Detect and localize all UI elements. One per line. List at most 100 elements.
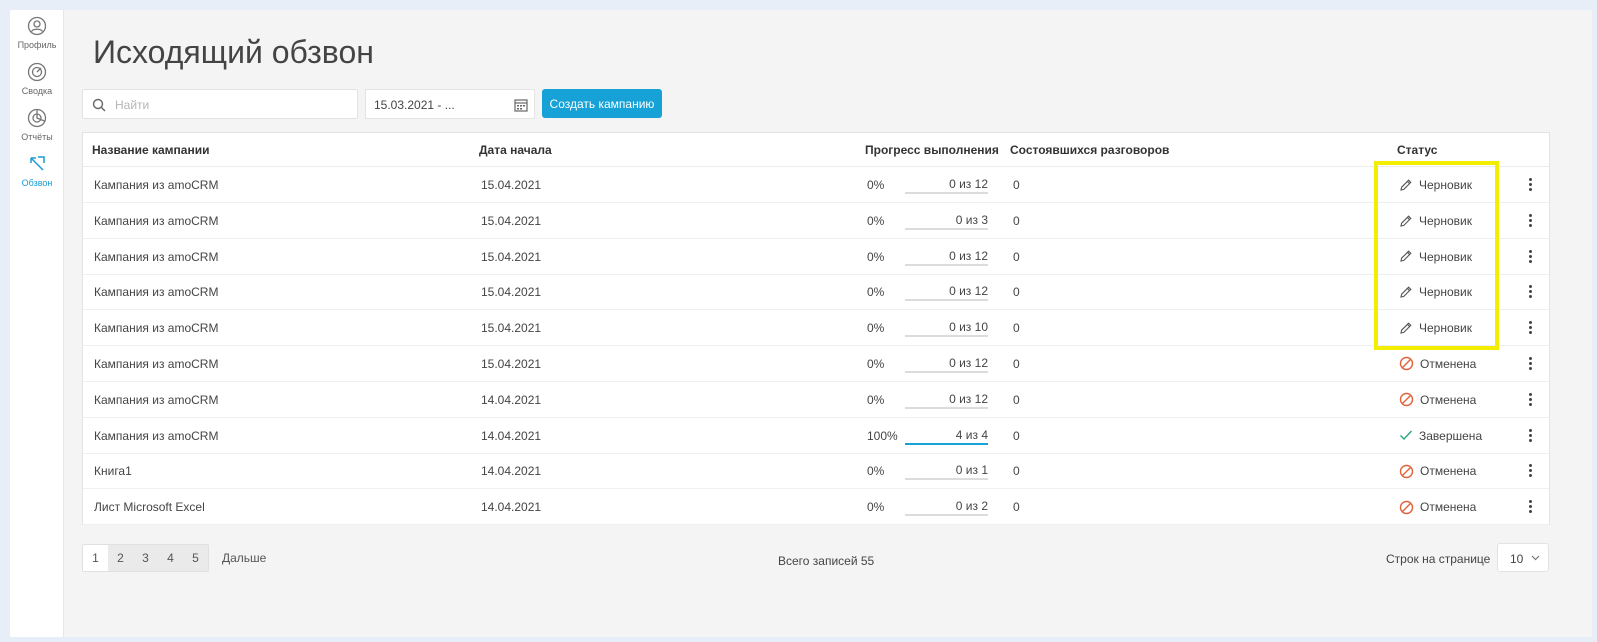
progress-percent: 0%: [867, 357, 885, 371]
column-header-talks[interactable]: Состоявшихся разговоров: [1010, 143, 1169, 157]
pencil-icon: [1400, 322, 1412, 334]
table-row[interactable]: Кампания из amoCRM 14.04.2021 0% 0 из 12 0 От…: [83, 382, 1549, 418]
table-row[interactable]: Кампания из amoCRM 15.04.2021 0% 0 из 12 0 Че…: [83, 239, 1549, 275]
pencil-icon: [1400, 179, 1412, 191]
progress-percent: 0%: [867, 285, 885, 300]
row-menu-icon[interactable]: [1523, 355, 1537, 373]
campaign-name[interactable]: Кампания из amoCRM: [94, 214, 218, 228]
column-header-progress[interactable]: Прогресс выполнения: [865, 143, 999, 157]
date-range-value: 15.03.2021 - ...: [374, 98, 455, 112]
row-menu-icon[interactable]: [1523, 248, 1537, 266]
search-icon: [92, 98, 106, 112]
table-row[interactable]: Кампания из amoCRM 15.04.2021 0% 0 из 12 0 Че…: [83, 167, 1549, 203]
progress-count: 4 из 4: [955, 427, 988, 442]
column-header-date[interactable]: Дата начала: [479, 143, 552, 157]
column-header-status[interactable]: Статус: [1397, 143, 1437, 157]
progress-bar: 0 из 3: [905, 213, 988, 230]
table-row[interactable]: Книга1 14.04.2021 0% 0 из 1 0 Отменена: [83, 453, 1549, 490]
page-button-2[interactable]: 2: [108, 545, 133, 571]
sidebar-item-dashboard[interactable]: Сводка: [10, 62, 64, 96]
table-row[interactable]: Кампания из amoCRM 15.04.2021 0% 0 из 10 0 Че…: [83, 310, 1549, 347]
status-badge: Отменена: [1399, 356, 1476, 371]
column-header-name[interactable]: Название кампании: [92, 143, 209, 157]
sidebar-item-profile[interactable]: Профиль: [10, 16, 64, 50]
page-button-5[interactable]: 5: [183, 545, 208, 571]
row-menu-icon[interactable]: [1523, 212, 1537, 230]
talks-count: 0: [1013, 500, 1020, 515]
status-label: Черновик: [1419, 213, 1472, 228]
row-menu-icon[interactable]: [1523, 176, 1537, 194]
page-button-1[interactable]: 1: [83, 545, 108, 571]
dashboard-icon: [27, 62, 47, 82]
rows-per-page-value: 10: [1510, 552, 1524, 566]
table-row[interactable]: Кампания из amoCRM 15.04.2021 0% 0 из 12 0 От…: [83, 346, 1549, 382]
pagination: 1 2 3 4 5: [82, 544, 209, 572]
status-badge: Черновик: [1399, 249, 1472, 264]
progress-bar: 0 из 2: [905, 499, 988, 517]
sidebar-item-label: Профиль: [17, 40, 57, 50]
start-date: 15.04.2021: [481, 357, 542, 371]
page-button-3[interactable]: 3: [133, 545, 158, 571]
sidebar-item-reports[interactable]: Отчёты: [10, 108, 64, 142]
campaign-name[interactable]: Кампания из amoCRM: [94, 285, 218, 299]
date-range-picker[interactable]: 15.03.2021 - ...: [365, 89, 535, 119]
create-campaign-button[interactable]: Создать кампанию: [542, 89, 662, 118]
status-label: Черновик: [1419, 177, 1472, 192]
talks-count: 0: [1013, 249, 1020, 264]
campaign-name[interactable]: Кампания из amoCRM: [94, 178, 218, 192]
calendar-icon[interactable]: [514, 98, 528, 112]
progress-count: 0 из 12: [949, 177, 988, 191]
row-menu-icon[interactable]: [1523, 391, 1537, 409]
talks-count: 0: [1013, 285, 1020, 300]
row-menu-icon[interactable]: [1523, 427, 1537, 445]
progress-bar: 4 из 4: [905, 428, 988, 445]
page-title: Исходящий обзвон: [93, 34, 374, 70]
status-badge: Черновик: [1399, 177, 1472, 192]
progress-count: 0 из 2: [955, 499, 988, 514]
campaign-name[interactable]: Кампания из amoCRM: [94, 250, 218, 264]
next-page-link[interactable]: Дальше: [222, 551, 266, 565]
progress-percent: 0%: [867, 321, 885, 336]
progress-bar: 0 из 12: [905, 284, 988, 302]
start-date: 15.04.2021: [481, 285, 542, 300]
search-box[interactable]: [82, 89, 358, 119]
page-button-4[interactable]: 4: [158, 545, 183, 571]
table-row[interactable]: Кампания из amoCRM 14.04.2021 100% 4 из 4 0 З…: [83, 418, 1549, 454]
sidebar-item-label: Обзвон: [21, 178, 53, 188]
row-menu-icon[interactable]: [1523, 498, 1537, 516]
campaign-name[interactable]: Книга1: [94, 464, 132, 478]
progress-count: 0 из 10: [949, 320, 988, 335]
pencil-icon: [1400, 250, 1412, 263]
campaign-name[interactable]: Кампания из amoCRM: [94, 357, 218, 371]
row-menu-icon[interactable]: [1523, 283, 1537, 301]
campaign-name[interactable]: Кампания из amoCRM: [94, 321, 218, 335]
start-date: 15.04.2021: [481, 213, 542, 228]
cancelled-icon: [1399, 500, 1414, 514]
progress-percent: 0%: [867, 178, 885, 192]
progress-count: 0 из 12: [949, 391, 988, 406]
status-label: Отменена: [1420, 500, 1477, 515]
table-row[interactable]: Кампания из amoCRM 15.04.2021 0% 0 из 3 0 Чер…: [83, 203, 1549, 239]
campaign-name[interactable]: Лист Microsoft Excel: [94, 500, 205, 514]
search-input[interactable]: [115, 95, 345, 115]
status-label: Завершена: [1419, 428, 1483, 443]
start-date: 14.04.2021: [481, 500, 542, 515]
campaigns-table: Название кампании Дата начала Прогресс в…: [82, 132, 1550, 526]
status-badge: Отменена: [1399, 499, 1476, 514]
sidebar-item-outbound[interactable]: Обзвон: [10, 154, 64, 188]
table-row[interactable]: Лист Microsoft Excel 14.04.2021 0% 0 из 2 0 О…: [83, 489, 1549, 526]
progress-fill: [905, 442, 988, 445]
status-badge: Черновик: [1399, 284, 1472, 299]
start-date: 14.04.2021: [481, 392, 542, 407]
rows-per-page-select[interactable]: 10: [1497, 543, 1549, 572]
campaign-name[interactable]: Кампания из amoCRM: [94, 393, 218, 407]
row-menu-icon[interactable]: [1523, 319, 1537, 337]
campaign-name[interactable]: Кампания из amoCRM: [94, 429, 218, 443]
status-label: Черновик: [1419, 249, 1472, 264]
talks-count: 0: [1013, 392, 1020, 407]
start-date: 15.04.2021: [481, 249, 542, 264]
row-menu-icon[interactable]: [1523, 462, 1537, 480]
table-row[interactable]: Кампания из amoCRM 15.04.2021 0% 0 из 12 0 Че…: [83, 274, 1549, 311]
status-label: Отменена: [1420, 356, 1477, 371]
progress-percent: 0%: [867, 500, 885, 515]
